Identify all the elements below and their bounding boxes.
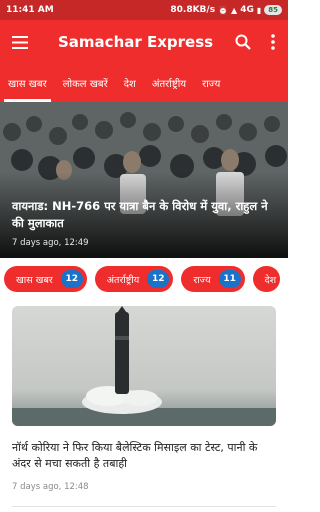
- tab-khas-khabar[interactable]: खास खबर: [0, 64, 55, 102]
- chip-count-badge: 12: [60, 270, 83, 288]
- news-card[interactable]: नॉर्थ कोरिया ने फिर किया बैलेस्टिक मिसाइ…: [12, 306, 276, 507]
- network-type: 4G: [240, 5, 254, 15]
- search-icon[interactable]: [228, 20, 258, 64]
- hero-headline[interactable]: वायनाड: NH-766 पर यात्रा बैन के विरोध मे…: [12, 198, 278, 232]
- news-card-timestamp: 7 days ago, 12:48: [12, 482, 89, 492]
- hero-story[interactable]: वायनाड: NH-766 पर यात्रा बैन के विरोध मे…: [0, 102, 288, 258]
- chip-label: खास खबर: [16, 274, 53, 286]
- tab-antarrashtriya[interactable]: अंतर्राष्ट्रीय: [144, 64, 194, 102]
- tab-local-khabarein[interactable]: लोकल खबरें: [55, 64, 116, 102]
- chip-count-badge: 11: [218, 270, 241, 288]
- tab-rajya[interactable]: राज्य: [194, 64, 228, 102]
- app-title: Samachar Express: [58, 33, 214, 51]
- hero-timestamp: 7 days ago, 12:49: [12, 238, 89, 248]
- hamburger-menu-icon[interactable]: [0, 20, 40, 64]
- battery-indicator: 85: [264, 5, 282, 15]
- chip-count-badge: 12: [147, 270, 170, 288]
- chip-rajya[interactable]: राज्य 11: [181, 266, 245, 292]
- status-time: 11:41 AM: [6, 5, 54, 15]
- chip-label: राज्य: [193, 274, 211, 286]
- volte-icon: ▮: [256, 5, 262, 15]
- tab-desh[interactable]: देश: [116, 64, 144, 102]
- status-bar: 11:41 AM 80.8KB/s ⏰ ▲ 4G ▮ 85: [0, 0, 288, 20]
- app-bar: Samachar Express: [0, 20, 288, 64]
- divider: [12, 506, 276, 507]
- chip-desh[interactable]: देश: [252, 266, 281, 292]
- chip-antarrashtriya[interactable]: अंतर्राष्ट्रीय 12: [94, 266, 174, 292]
- category-chips: खास खबर 12 अंतर्राष्ट्रीय 12 राज्य 11 दे…: [0, 266, 288, 296]
- more-vert-icon[interactable]: [258, 20, 288, 64]
- hero-caption: वायनाड: NH-766 पर यात्रा बैन के विरोध मे…: [12, 198, 278, 248]
- chip-khas-khabar[interactable]: खास खबर 12: [4, 266, 87, 292]
- news-card-image: [12, 306, 276, 426]
- chip-label: देश: [264, 274, 277, 286]
- alarm-icon: ⏰: [218, 5, 229, 15]
- chip-label: अंतर्राष्ट्रीय: [106, 274, 140, 286]
- network-speed: 80.8KB/s: [170, 5, 216, 15]
- signal-icon: ▲: [231, 5, 238, 15]
- news-card-headline: नॉर्थ कोरिया ने फिर किया बैलेस्टिक मिसाइ…: [12, 441, 258, 470]
- category-tabs: खास खबर लोकल खबरें देश अंतर्राष्ट्रीय रा…: [0, 64, 288, 102]
